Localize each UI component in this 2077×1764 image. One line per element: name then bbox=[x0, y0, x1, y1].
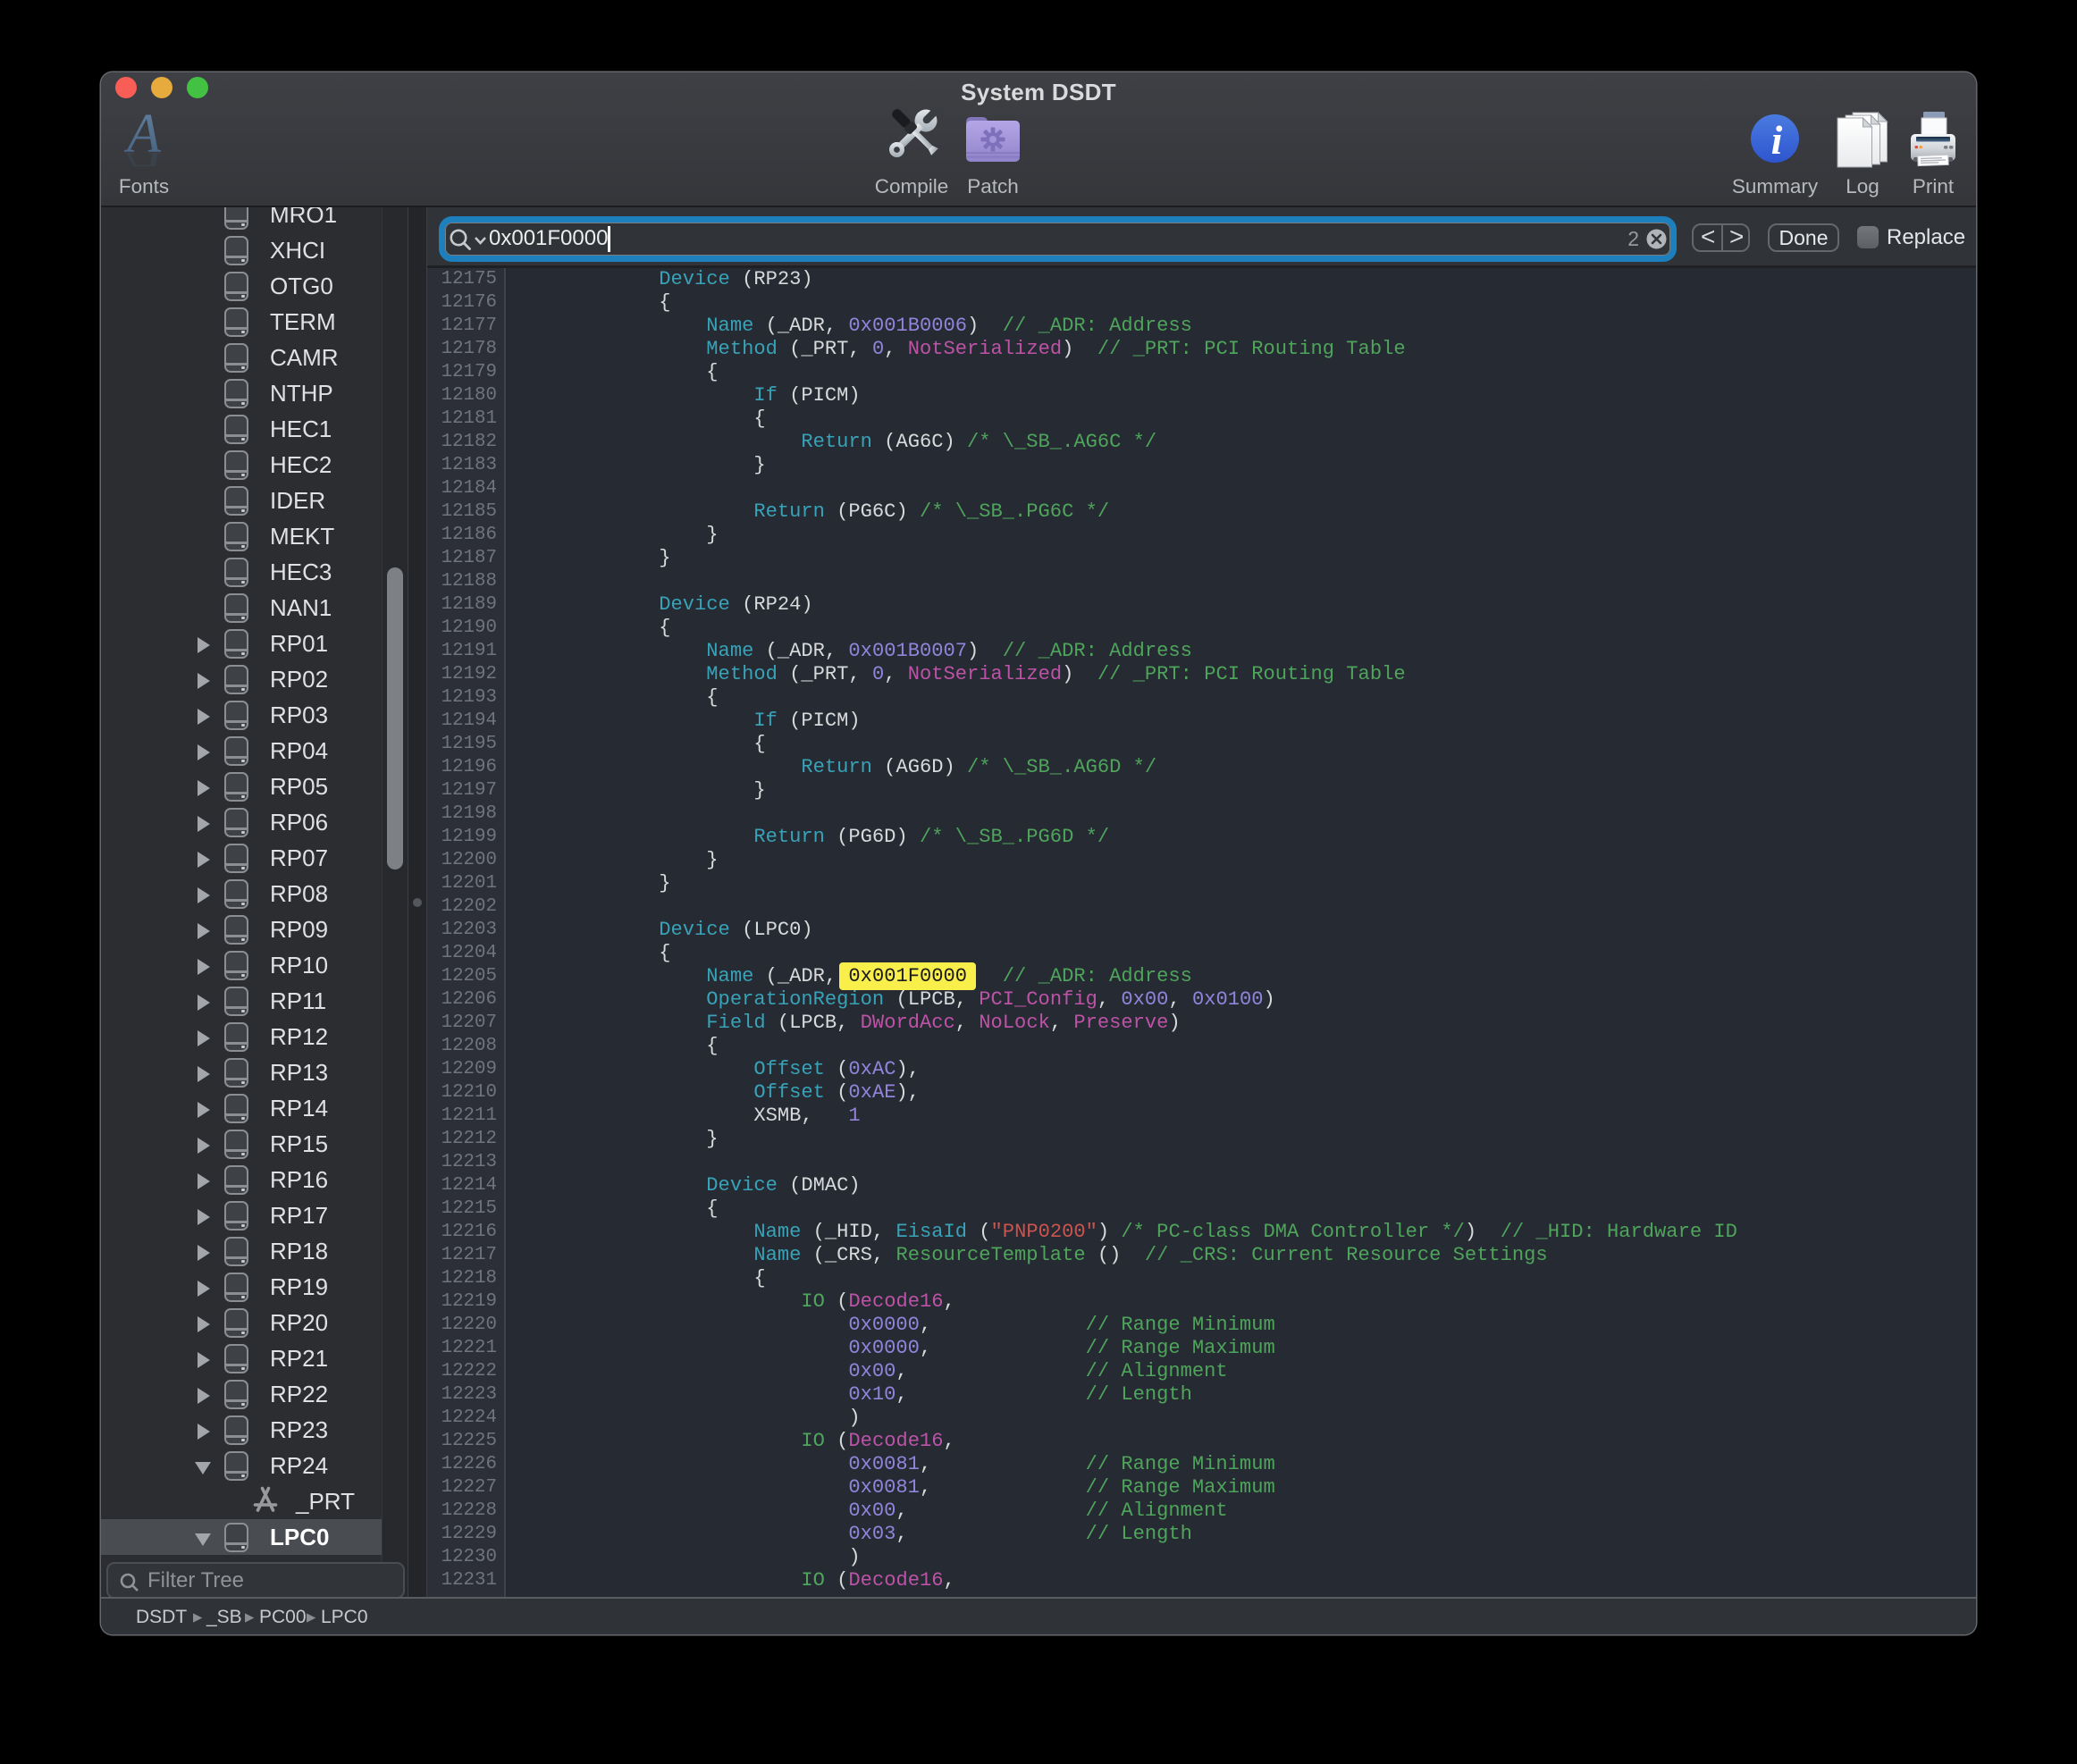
svg-text:i: i bbox=[1771, 117, 1783, 163]
